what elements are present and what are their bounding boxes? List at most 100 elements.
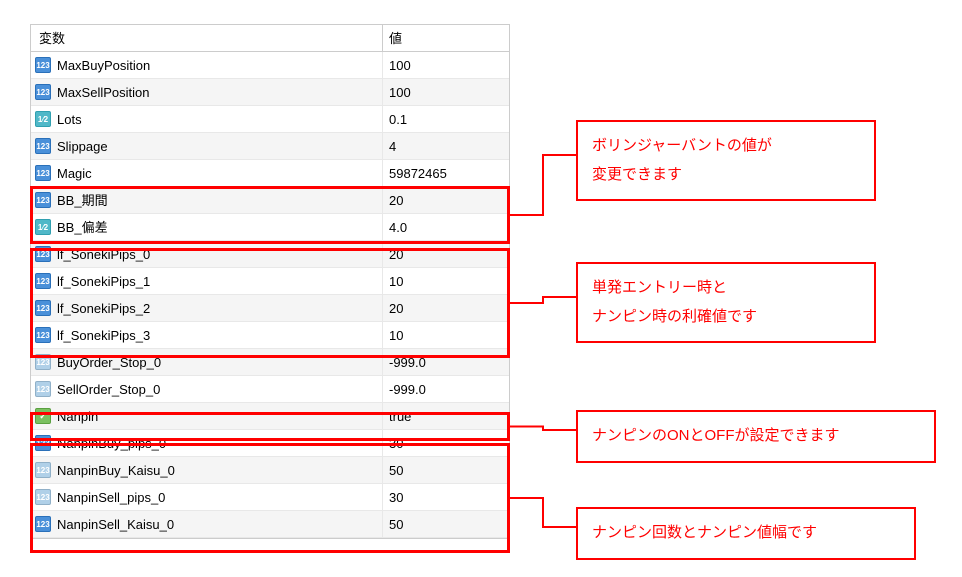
param-name-cell[interactable]: 123MaxSellPosition	[31, 79, 383, 105]
int-type-icon: 123	[35, 138, 51, 154]
param-name-cell[interactable]: 123lf_SonekiPips_2	[31, 295, 383, 321]
int-type-icon: 123	[35, 327, 51, 343]
param-value-cell[interactable]: 20	[383, 241, 509, 267]
int-type-icon: 123	[35, 435, 51, 451]
param-name: lf_SonekiPips_3	[57, 322, 150, 349]
int-type-icon: 123	[35, 246, 51, 262]
annotation-line: 変更できます	[592, 161, 860, 190]
param-name-cell[interactable]: 123 SellOrder_Stop_0	[31, 376, 383, 402]
param-value: 4.0	[389, 214, 407, 241]
param-name: Magic	[57, 160, 92, 187]
param-name-cell[interactable]: 123 NanpinSell_pips_0	[31, 484, 383, 510]
param-name: NanpinSell_Kaisu_0	[57, 511, 174, 538]
connector-line	[510, 498, 576, 527]
param-name-cell[interactable]: 123BB_期間	[31, 187, 383, 213]
table-row[interactable]: 123 Magic 59872465	[31, 160, 509, 187]
table-row[interactable]: 123 lf_SonekiPips_0 20	[31, 241, 509, 268]
param-name: Slippage	[57, 133, 108, 160]
param-name-cell[interactable]: 123BuyOrder_Stop_0	[31, 349, 383, 375]
param-value: 50	[389, 457, 403, 484]
param-name-cell[interactable]: 123 Slippage	[31, 133, 383, 159]
param-name-cell[interactable]: 1⁄2BB_偏差	[31, 214, 383, 240]
table-row[interactable]: 123NanpinBuy_pips_030	[31, 430, 509, 457]
param-value-cell[interactable]: 4.0	[383, 214, 509, 240]
param-name: BB_偏差	[57, 214, 108, 241]
param-name-cell[interactable]: 123NanpinSell_Kaisu_0	[31, 511, 383, 537]
param-value-cell[interactable]: 20	[383, 187, 509, 213]
table-row[interactable]: 123 SellOrder_Stop_0 -999.0	[31, 376, 509, 403]
param-name-cell[interactable]: 123 Magic	[31, 160, 383, 186]
ghost-type-icon: 123	[35, 381, 51, 397]
ghost-type-icon: 123	[35, 489, 51, 505]
param-value: true	[389, 403, 411, 430]
table-row[interactable]: 123BuyOrder_Stop_0-999.0	[31, 349, 509, 376]
param-name-cell[interactable]: 123MaxBuyPosition	[31, 52, 383, 78]
param-value: 10	[389, 322, 403, 349]
param-name: MaxBuyPosition	[57, 52, 150, 79]
param-value-cell[interactable]: 100	[383, 52, 509, 78]
table-row[interactable]: 123NanpinSell_Kaisu_050	[31, 511, 509, 538]
param-value-cell[interactable]: 100	[383, 79, 509, 105]
param-value: 50	[389, 511, 403, 538]
annotation-a1: ボリンジャーバントの値が変更できます	[576, 120, 876, 201]
param-name-cell[interactable]: 123 lf_SonekiPips_0	[31, 241, 383, 267]
param-value-cell[interactable]: true	[383, 403, 509, 429]
table-row[interactable]: 1⁄2BB_偏差 4.0	[31, 214, 509, 241]
param-value: 10	[389, 268, 403, 295]
param-value-cell[interactable]: 50	[383, 457, 509, 483]
param-value: 100	[389, 79, 411, 106]
table-row[interactable]: 123 lf_SonekiPips_3 10	[31, 322, 509, 349]
param-value: -999.0	[389, 376, 426, 403]
param-name-cell[interactable]: ✓Nanpin	[31, 403, 383, 429]
param-value-cell[interactable]: -999.0	[383, 349, 509, 375]
table-row[interactable]: 123MaxSellPosition 100	[31, 79, 509, 106]
dbl-type-icon: 1⁄2	[35, 111, 51, 127]
param-name-cell[interactable]: 123NanpinBuy_pips_0	[31, 430, 383, 456]
param-value: 4	[389, 133, 396, 160]
table-row[interactable]: 123 NanpinSell_pips_0 30	[31, 484, 509, 511]
param-value-cell[interactable]: 20	[383, 295, 509, 321]
param-value-cell[interactable]: 30	[383, 430, 509, 456]
param-name-cell[interactable]: 123NanpinBuy_Kaisu_0	[31, 457, 383, 483]
table-row[interactable]: 123lf_SonekiPips_220	[31, 295, 509, 322]
param-value-cell[interactable]: 10	[383, 322, 509, 348]
header-val[interactable]: 値	[383, 25, 509, 51]
int-type-icon: 123	[35, 273, 51, 289]
param-value: 30	[389, 430, 403, 457]
param-name: lf_SonekiPips_2	[57, 295, 150, 322]
table-row[interactable]: 123MaxBuyPosition 100	[31, 52, 509, 79]
param-name-cell[interactable]: 1⁄2Lots	[31, 106, 383, 132]
int-type-icon: 123	[35, 165, 51, 181]
param-name: BB_期間	[57, 187, 108, 214]
param-value-cell[interactable]: 10	[383, 268, 509, 294]
param-name: NanpinSell_pips_0	[57, 484, 165, 511]
connector-line	[510, 427, 576, 431]
param-name-cell[interactable]: 123 lf_SonekiPips_3	[31, 322, 383, 348]
param-value-cell[interactable]: -999.0	[383, 376, 509, 402]
param-value: 20	[389, 241, 403, 268]
header-var[interactable]: 変数	[31, 25, 383, 51]
table-row[interactable]: 123 Slippage 4	[31, 133, 509, 160]
annotation-a4: ナンピン回数とナンピン値幅です	[576, 507, 916, 560]
annotation-line: 単発エントリー時と	[592, 274, 860, 303]
param-value-cell[interactable]: 30	[383, 484, 509, 510]
connector-line	[510, 155, 576, 215]
param-name: lf_SonekiPips_0	[57, 241, 150, 268]
param-value-cell[interactable]: 59872465	[383, 160, 509, 186]
table-row[interactable]: 123BB_期間20	[31, 187, 509, 214]
table-row[interactable]: 1⁄2Lots0.1	[31, 106, 509, 133]
int-type-icon: 123	[35, 84, 51, 100]
table-row[interactable]: ✓Nanpin true	[31, 403, 509, 430]
param-value: 100	[389, 52, 411, 79]
param-name: NanpinBuy_Kaisu_0	[57, 457, 175, 484]
param-value-cell[interactable]: 0.1	[383, 106, 509, 132]
table-row[interactable]: 123NanpinBuy_Kaisu_050	[31, 457, 509, 484]
param-value-cell[interactable]: 4	[383, 133, 509, 159]
param-name-cell[interactable]: 123 lf_SonekiPips_1	[31, 268, 383, 294]
annotation-line: ナンピン回数とナンピン値幅です	[592, 519, 900, 548]
param-value-cell[interactable]: 50	[383, 511, 509, 537]
param-name: lf_SonekiPips_1	[57, 268, 150, 295]
annotation-a2: 単発エントリー時とナンピン時の利確値です	[576, 262, 876, 343]
param-name: SellOrder_Stop_0	[57, 376, 160, 403]
table-row[interactable]: 123 lf_SonekiPips_1 10	[31, 268, 509, 295]
